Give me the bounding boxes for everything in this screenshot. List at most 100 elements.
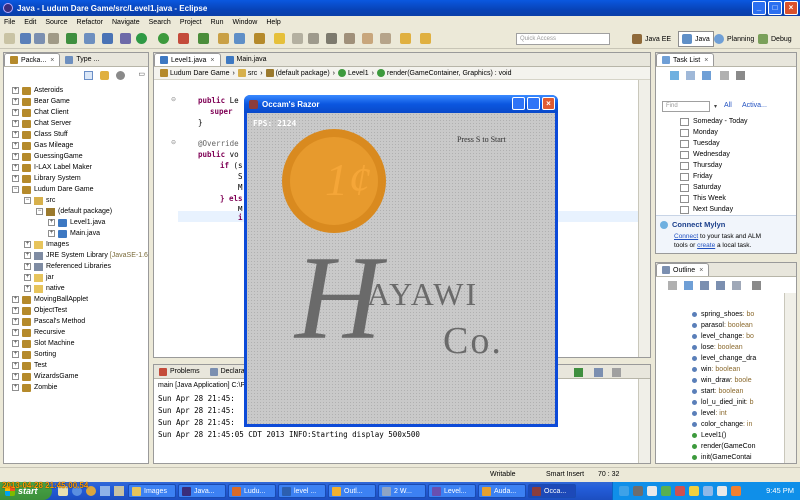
menu-source[interactable]: Source — [45, 19, 67, 26]
save-all-icon[interactable] — [34, 33, 45, 44]
menu-refactor[interactable]: Refactor — [77, 19, 103, 26]
expand-icon[interactable]: + — [24, 274, 31, 281]
close-tab-icon[interactable]: × — [699, 267, 703, 274]
game-canvas[interactable]: FPS: 2124 Press S to Start H AYAWI Co. 1… — [247, 113, 555, 424]
forward-icon[interactable] — [420, 33, 431, 44]
task-item[interactable]: Thursday — [680, 160, 722, 171]
taskbar-audacity[interactable]: Auda... — [478, 484, 526, 498]
tray-icon[interactable] — [661, 486, 671, 496]
tree-item[interactable]: + Gas Mileage — [12, 140, 73, 151]
task-item[interactable]: Wednesday — [680, 149, 730, 160]
breadcrumb-package[interactable]: (default package) — [265, 69, 330, 77]
expand-icon[interactable]: + — [24, 241, 31, 248]
tab-package-explorer[interactable]: Packa... × — [4, 53, 61, 66]
expand-icon[interactable]: + — [12, 351, 19, 358]
collapse-icon[interactable]: − — [12, 186, 19, 193]
outline-item[interactable]: render(GameCon — [692, 441, 755, 452]
new-icon[interactable] — [4, 33, 15, 44]
tab-task-list[interactable]: Task List × — [656, 53, 715, 66]
expand-icon[interactable]: + — [24, 252, 31, 259]
expand-icon[interactable]: + — [12, 142, 19, 149]
outline-item[interactable]: win : boolean — [692, 364, 740, 375]
taskbar-java[interactable]: Java... — [178, 484, 226, 498]
green-icon[interactable] — [66, 33, 77, 44]
code-line[interactable]: S — [238, 172, 243, 181]
perspective-debug[interactable]: Debug — [758, 31, 792, 47]
expand-icon[interactable]: + — [12, 87, 19, 94]
tab-outline[interactable]: Outline × — [656, 263, 710, 276]
task-item[interactable]: Friday — [680, 171, 712, 182]
breadcrumb-src[interactable]: src — [237, 69, 257, 77]
tree-item[interactable]: + JRE System Library [JavaSE-1.6 — [24, 250, 148, 261]
outline-item[interactable]: start : boolean — [692, 386, 743, 397]
new-class-icon[interactable] — [234, 33, 245, 44]
sync-icon[interactable] — [686, 71, 695, 80]
desktop-icon[interactable] — [100, 486, 110, 496]
task-item[interactable]: Monday — [680, 127, 718, 138]
tab-level1-java[interactable]: Level1.java × — [154, 53, 221, 66]
code-line[interactable]: public Le — [198, 96, 239, 105]
save-icon[interactable] — [20, 33, 31, 44]
collapse-icon[interactable]: − — [36, 208, 43, 215]
close-button[interactable]: × — [784, 1, 798, 15]
outline-item[interactable]: Level1() — [692, 430, 726, 441]
taskbar-level2[interactable]: Level... — [428, 484, 476, 498]
expand-icon[interactable]: + — [12, 98, 19, 105]
tree-item[interactable]: + Asteroids — [12, 85, 63, 96]
task-item[interactable]: This Week — [680, 193, 726, 204]
outline-item[interactable]: spring_shoes : bo — [692, 309, 754, 320]
taskbar-occams[interactable]: Occa... — [528, 484, 576, 498]
taskbar-ludu[interactable]: Ludu... — [228, 484, 276, 498]
clear-find-icon[interactable]: ▾ — [714, 103, 717, 110]
tree-item[interactable]: + Test — [12, 360, 47, 371]
sort-icon[interactable] — [668, 281, 677, 290]
outline-item[interactable]: parasol : boolean — [692, 320, 753, 331]
expand-icon[interactable]: + — [12, 362, 19, 369]
outline-item[interactable]: win_draw : boole — [692, 375, 752, 386]
console-menu-icon[interactable] — [612, 368, 621, 377]
fold-icon[interactable]: ⊖ — [171, 139, 176, 146]
display-console-icon[interactable] — [594, 368, 603, 377]
tree-item[interactable]: + Sorting — [12, 349, 56, 360]
outline-item[interactable]: color_change : in — [692, 419, 752, 430]
expand-icon[interactable]: + — [12, 175, 19, 182]
outline-item[interactable]: init(GameContai — [692, 452, 752, 463]
game-minimize-button[interactable] — [512, 97, 525, 110]
breadcrumb-class[interactable]: Level1 — [338, 69, 369, 77]
taskbar-level[interactable]: level ... — [278, 484, 326, 498]
collapse-all-icon[interactable] — [84, 71, 93, 80]
debug-icon[interactable] — [84, 33, 95, 44]
expand-icon[interactable]: + — [12, 318, 19, 325]
tree-item[interactable]: + MovingBallApplet — [12, 294, 88, 305]
open-type-icon[interactable] — [254, 33, 265, 44]
code-line[interactable]: } — [198, 118, 203, 127]
expand-icon[interactable]: + — [12, 120, 19, 127]
next-annotation-icon[interactable] — [362, 33, 373, 44]
hide-local-types-icon[interactable] — [732, 281, 741, 290]
code-line[interactable]: } els — [220, 194, 243, 203]
expand-icon[interactable]: + — [48, 230, 55, 237]
annotation-icon[interactable] — [344, 33, 355, 44]
breadcrumb-project[interactable]: Ludum Dare Game — [160, 69, 230, 77]
view-menu-icon[interactable] — [752, 281, 761, 290]
new-task-icon[interactable] — [670, 71, 679, 80]
menu-run[interactable]: Run — [211, 19, 224, 26]
outline-item[interactable]: lol_u_died_init : b — [692, 397, 754, 408]
console-action-icon[interactable] — [574, 368, 583, 377]
new-java-project-icon[interactable] — [198, 33, 209, 44]
close-tab-icon[interactable]: × — [704, 57, 708, 64]
minimize-view-icon[interactable]: ▭ — [138, 70, 145, 78]
hide-static-icon[interactable] — [700, 281, 709, 290]
perspective-java-ee[interactable]: Java EE — [632, 31, 671, 47]
explorer-icon[interactable] — [114, 486, 124, 496]
fold-icon[interactable]: ⊖ — [171, 96, 176, 103]
run-last-icon[interactable] — [158, 33, 169, 44]
tree-item[interactable]: + Level1.java — [48, 217, 105, 228]
tray-icon[interactable] — [675, 486, 685, 496]
volume-icon[interactable] — [717, 486, 727, 496]
build-icon[interactable] — [102, 33, 113, 44]
expand-icon[interactable]: + — [12, 131, 19, 138]
task-item[interactable]: Someday - Today — [680, 116, 748, 127]
hide-nonpublic-icon[interactable] — [716, 281, 725, 290]
prev-annotation-icon[interactable] — [380, 33, 391, 44]
